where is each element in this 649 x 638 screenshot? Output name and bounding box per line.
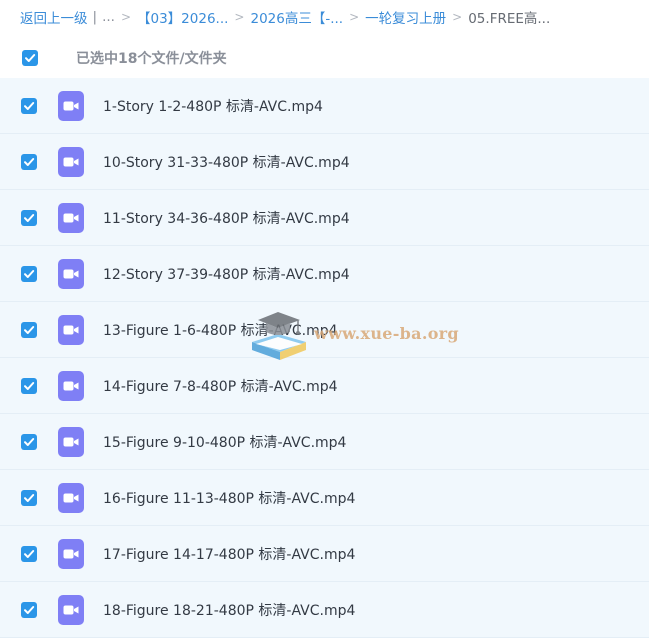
row-checkbox[interactable] — [21, 377, 37, 394]
check-icon — [24, 381, 35, 390]
file-row[interactable]: 17-Figure 14-17-480P 标清-AVC.mp4 — [0, 526, 649, 582]
file-row[interactable]: 11-Story 34-36-480P 标清-AVC.mp4 — [0, 190, 649, 246]
video-camera-icon — [63, 549, 79, 558]
check-icon — [24, 549, 35, 558]
video-file-icon — [58, 482, 84, 513]
check-icon — [24, 101, 35, 110]
row-checkbox[interactable] — [21, 545, 37, 562]
video-file-icon — [58, 90, 84, 121]
file-name[interactable]: 16-Figure 11-13-480P 标清-AVC.mp4 — [103, 488, 355, 508]
file-name[interactable]: 15-Figure 9-10-480P 标清-AVC.mp4 — [103, 432, 346, 452]
back-link[interactable]: 返回上一级 — [20, 7, 88, 27]
breadcrumb: 返回上一级 | ... > 【03】2026... > 2026高三【-... … — [0, 0, 649, 34]
video-file-icon — [58, 202, 84, 233]
check-icon — [24, 157, 35, 166]
check-icon — [24, 269, 35, 278]
file-name[interactable]: 11-Story 34-36-480P 标清-AVC.mp4 — [103, 208, 350, 228]
video-camera-icon — [63, 493, 79, 502]
breadcrumb-ellipsis[interactable]: ... — [102, 9, 115, 25]
check-icon — [24, 493, 35, 502]
video-file-icon — [58, 370, 84, 401]
video-file-icon — [58, 594, 84, 625]
row-checkbox[interactable] — [21, 153, 37, 170]
file-row[interactable]: 18-Figure 18-21-480P 标清-AVC.mp4 — [0, 582, 649, 638]
selection-count-label: 已选中18个文件/文件夹 — [76, 51, 227, 67]
video-file-icon — [58, 426, 84, 457]
file-name[interactable]: 10-Story 31-33-480P 标清-AVC.mp4 — [103, 152, 350, 172]
file-row[interactable]: 16-Figure 11-13-480P 标清-AVC.mp4 — [0, 470, 649, 526]
check-icon — [24, 213, 35, 222]
video-file-icon — [58, 538, 84, 569]
breadcrumb-divider: | — [92, 9, 98, 25]
row-checkbox[interactable] — [21, 209, 37, 226]
video-file-icon — [58, 146, 84, 177]
video-camera-icon — [63, 381, 79, 390]
breadcrumb-arrow: > — [349, 10, 360, 24]
file-row[interactable]: 12-Story 37-39-480P 标清-AVC.mp4 — [0, 246, 649, 302]
selection-bar: 已选中18个文件/文件夹 — [0, 38, 649, 78]
check-icon — [24, 437, 35, 446]
breadcrumb-arrow: > — [234, 10, 245, 24]
file-name[interactable]: 14-Figure 7-8-480P 标清-AVC.mp4 — [103, 376, 338, 396]
row-checkbox[interactable] — [21, 433, 37, 450]
row-checkbox[interactable] — [21, 265, 37, 282]
breadcrumb-current: 05.FREE高... — [468, 11, 551, 27]
video-camera-icon — [63, 605, 79, 614]
file-list: 1-Story 1-2-480P 标清-AVC.mp4 10-Story 31-… — [0, 78, 649, 638]
select-all-checkbox[interactable] — [22, 50, 38, 66]
row-checkbox[interactable] — [21, 601, 37, 618]
check-icon — [25, 54, 36, 62]
row-checkbox[interactable] — [21, 321, 37, 338]
breadcrumb-item-1[interactable]: 【03】2026... — [137, 7, 228, 27]
file-name[interactable]: 1-Story 1-2-480P 标清-AVC.mp4 — [103, 96, 323, 116]
breadcrumb-item-2[interactable]: 2026高三【-... — [250, 7, 343, 27]
file-row[interactable]: 14-Figure 7-8-480P 标清-AVC.mp4 — [0, 358, 649, 414]
breadcrumb-arrow: > — [452, 10, 463, 24]
breadcrumb-arrow: > — [120, 10, 131, 24]
video-camera-icon — [63, 325, 79, 334]
file-name[interactable]: 18-Figure 18-21-480P 标清-AVC.mp4 — [103, 600, 355, 620]
file-row[interactable]: 15-Figure 9-10-480P 标清-AVC.mp4 — [0, 414, 649, 470]
video-camera-icon — [63, 213, 79, 222]
video-camera-icon — [63, 157, 79, 166]
file-name[interactable]: 12-Story 37-39-480P 标清-AVC.mp4 — [103, 264, 350, 284]
file-name[interactable]: 13-Figure 1-6-480P 标清-AVC.mp4 — [103, 320, 338, 340]
file-row[interactable]: 13-Figure 1-6-480P 标清-AVC.mp4 — [0, 302, 649, 358]
video-file-icon — [58, 314, 84, 345]
file-row[interactable]: 10-Story 31-33-480P 标清-AVC.mp4 — [0, 134, 649, 190]
video-file-icon — [58, 258, 84, 289]
video-camera-icon — [63, 101, 79, 110]
video-camera-icon — [63, 437, 79, 446]
check-icon — [24, 325, 35, 334]
file-name[interactable]: 17-Figure 14-17-480P 标清-AVC.mp4 — [103, 544, 355, 564]
row-checkbox[interactable] — [21, 97, 37, 114]
row-checkbox[interactable] — [21, 489, 37, 506]
check-icon — [24, 605, 35, 614]
file-row[interactable]: 1-Story 1-2-480P 标清-AVC.mp4 — [0, 78, 649, 134]
breadcrumb-item-3[interactable]: 一轮复习上册 — [365, 7, 446, 27]
video-camera-icon — [63, 269, 79, 278]
